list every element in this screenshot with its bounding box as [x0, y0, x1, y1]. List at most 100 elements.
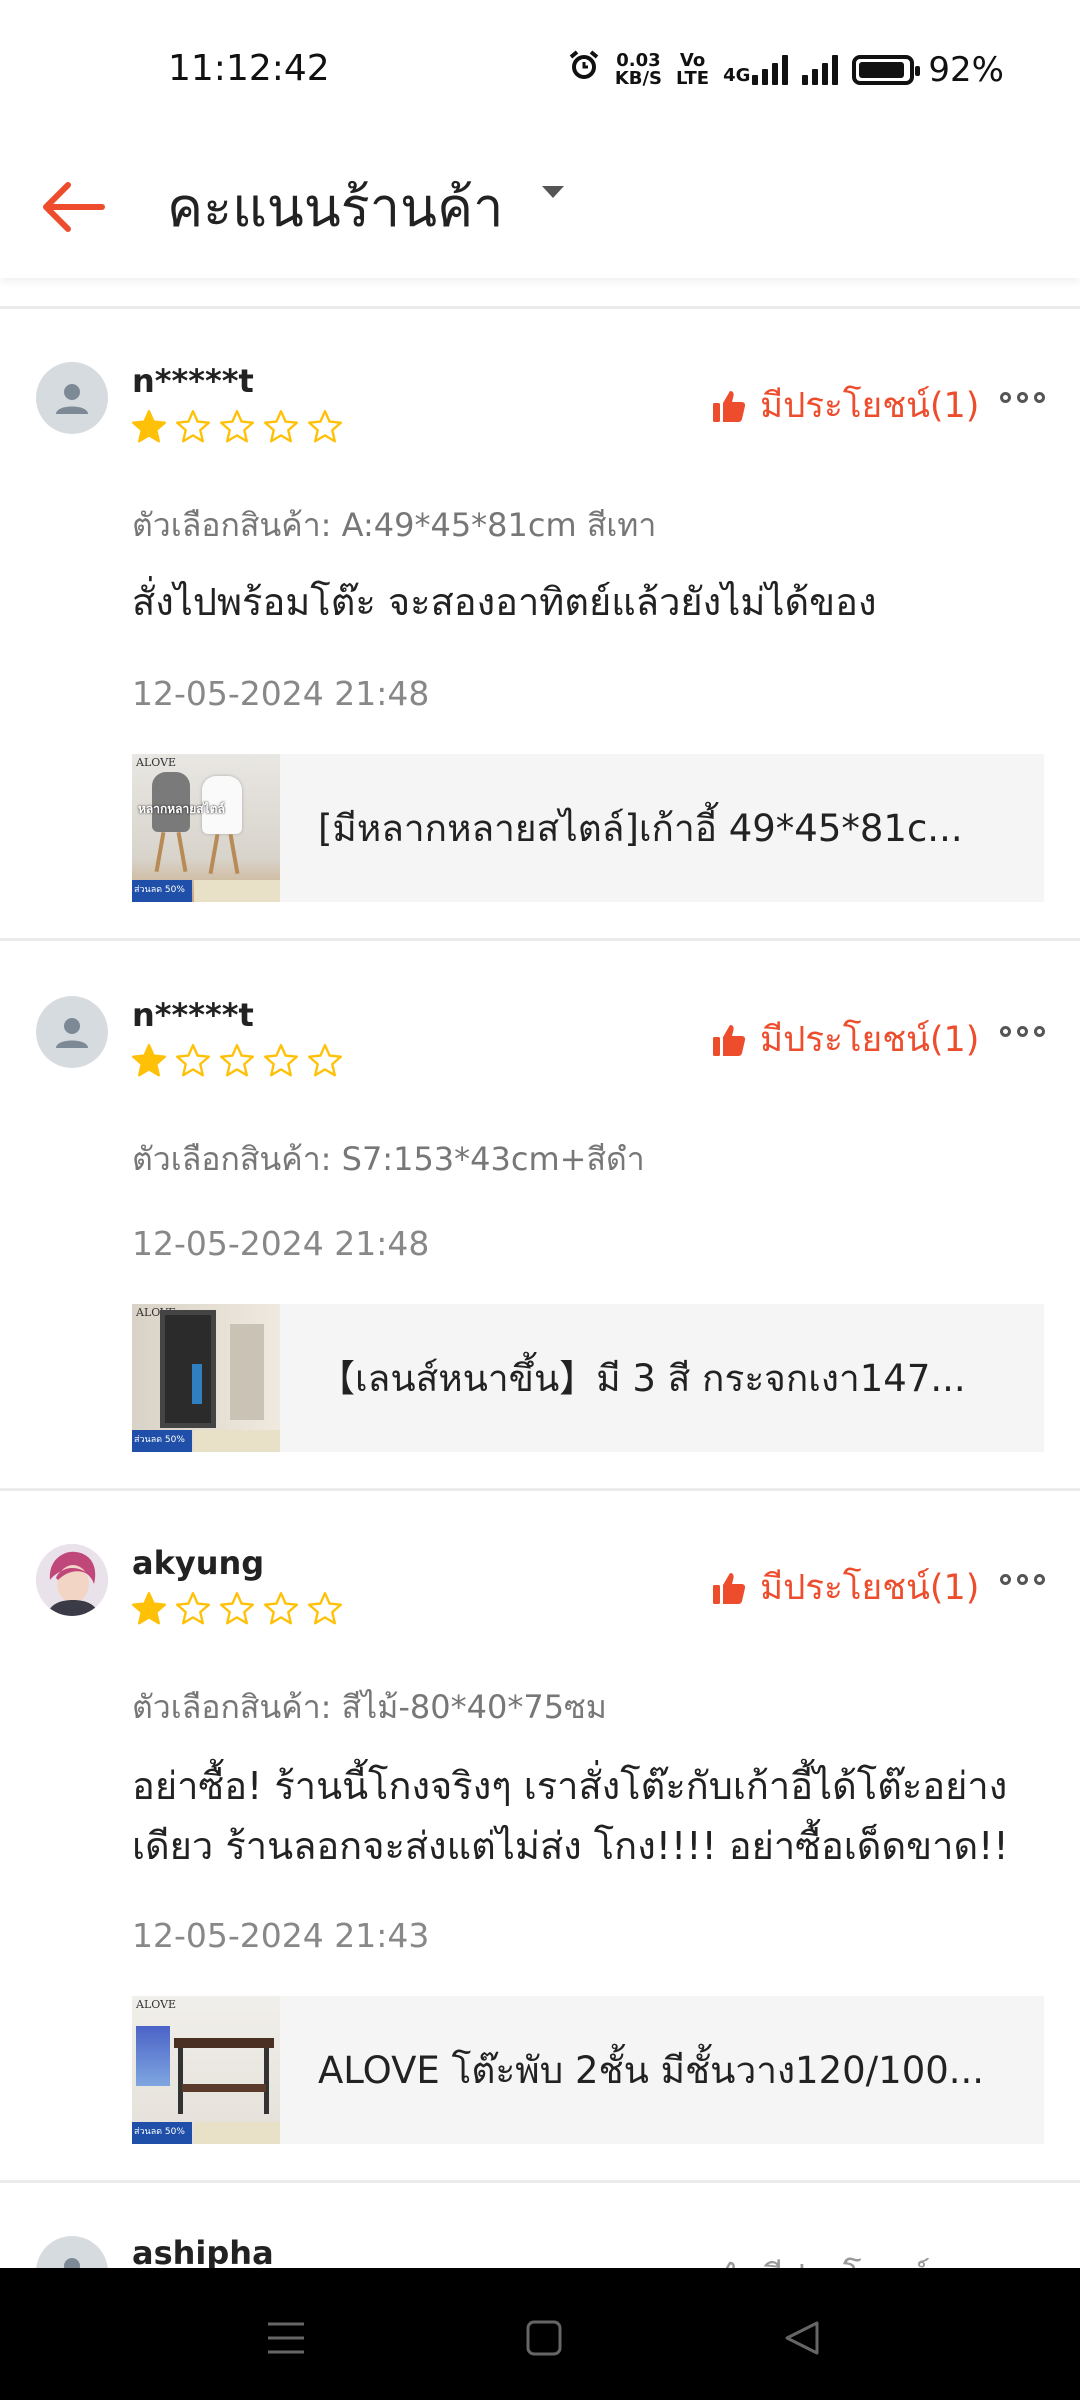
helpful-label: มีประโยชน์(1) [760, 1020, 980, 1060]
username: n*****t [132, 362, 254, 400]
mirror-icon [160, 1310, 216, 1428]
chair-leg [176, 831, 188, 873]
net-speed-unit: KB/S [614, 67, 663, 89]
back-button[interactable] [36, 170, 110, 244]
chair-leg [208, 833, 220, 875]
variation-text: ตัวเลือกสินค้า: A:49*45*81cm สีเทา [132, 506, 657, 544]
thumb-promo-strip [194, 880, 280, 902]
caret-down-icon[interactable] [542, 186, 564, 200]
triangle-back-icon [785, 2321, 819, 2355]
desk-leg [178, 2048, 183, 2114]
review-divider [0, 1488, 1080, 1491]
rating-stars [130, 1590, 344, 1628]
more-options-icon[interactable] [1000, 392, 1045, 403]
product-name: 【เลนส์หนาขึ้น】มี 3 สี กระจกเงา147... [318, 1357, 966, 1400]
battery-icon [852, 54, 921, 85]
menu-button[interactable] [256, 2308, 316, 2368]
variation-text: ตัวเลือกสินค้า: S7:153*43cm+สีดำ [132, 1140, 645, 1178]
more-options-icon[interactable] [1000, 1026, 1045, 1037]
status-icons: 0.03 KB/S Vo LTE 4G 92% [567, 48, 1004, 91]
product-thumbnail: ALOVE ส่วนลด 50% [132, 1996, 280, 2144]
star-filled-icon [131, 1043, 167, 1077]
helpful-button[interactable]: มีประโยชน์(1) [712, 378, 979, 433]
menu-icon [268, 2322, 304, 2354]
network-type: 4G [723, 64, 751, 86]
review-date: 12-05-2024 21:48 [132, 674, 430, 713]
star-empty-icon [219, 409, 255, 443]
volte-top: Vo [679, 49, 706, 71]
product-card[interactable]: ALOVE หลากหลายสไตล์ ส่วนลด 50% [มีหลากหล… [132, 754, 1044, 902]
star-empty-icon [175, 409, 211, 443]
header-divider [0, 306, 1080, 309]
thumb-brand: ALOVE [136, 1998, 177, 2011]
thumb-discount-badge: ส่วนลด 50% [132, 1430, 192, 1452]
mirror-side-icon [230, 1324, 264, 1420]
network-speed: 0.03 KB/S [614, 49, 663, 89]
home-square-icon [526, 2320, 562, 2356]
more-options-icon[interactable] [1000, 1574, 1045, 1585]
home-button[interactable] [514, 2308, 574, 2368]
thumb-text: หลากหลายสไตล์ [138, 802, 225, 816]
thumbs-up-icon [713, 390, 746, 422]
helpful-label: มีประโยชน์(1) [760, 386, 980, 426]
review-divider [0, 938, 1080, 941]
rating-stars [130, 408, 344, 446]
username: akyung [132, 1544, 265, 1582]
star-empty-icon [307, 1043, 343, 1077]
battery-percent: 92% [928, 49, 1004, 90]
helpful-label: มีประโยชน์(1) [760, 1568, 980, 1608]
helpful-button[interactable]: มีประโยชน์(1) [712, 1012, 979, 1067]
star-empty-icon [263, 1043, 299, 1077]
star-empty-icon [175, 1043, 211, 1077]
thumb-promo-strip [194, 2122, 280, 2144]
volte-bottom: LTE [676, 67, 710, 89]
desk-shelf [182, 2084, 266, 2092]
star-empty-icon [219, 1043, 255, 1077]
star-empty-icon [263, 409, 299, 443]
star-empty-icon [219, 1591, 255, 1625]
thumbs-up-icon [713, 1024, 746, 1056]
helpful-button[interactable]: มีประโยชน์(1) [712, 1560, 979, 1615]
system-nav-bar [0, 2268, 1080, 2400]
star-empty-icon [263, 1591, 299, 1625]
review-comment: อย่าซื้อ! ร้านนี้โกงจริงๆ เราสั่งโต๊ะกับ… [132, 1764, 1009, 1868]
star-empty-icon [307, 1591, 343, 1625]
variation-text: ตัวเลือกสินค้า: สีไม้-80*40*75ซม [132, 1688, 607, 1726]
star-empty-icon [307, 409, 343, 443]
star-filled-icon [131, 409, 167, 443]
user-icon [56, 1018, 88, 1048]
app-header: คะแนนร้านค้า [0, 140, 1080, 278]
net-speed-value: 0.03 [616, 49, 661, 71]
thumb-discount-badge: ส่วนลด 50% [132, 2122, 192, 2144]
thumb-brand: ALOVE [136, 756, 177, 769]
alarm-icon [567, 48, 601, 91]
review-comment: สั่งไปพร้อมโต๊ะ จะสองอาทิตย์แล้วยังไม่ได… [132, 580, 877, 624]
thumb-promo-strip [194, 1430, 280, 1452]
desk-top-icon [174, 2038, 274, 2048]
thumb-feature-list [136, 2026, 170, 2086]
star-filled-icon [131, 1591, 167, 1625]
product-card[interactable]: ALOVE ส่วนลด 50% 【เลนส์หนาขึ้น】มี 3 สี ก… [132, 1304, 1044, 1452]
arrow-left-icon [43, 182, 105, 232]
avatar[interactable] [36, 996, 108, 1068]
status-bar: 11:12:42 0.03 KB/S Vo LTE 4G 92% [0, 0, 1080, 140]
user-icon [56, 384, 88, 414]
back-nav-button[interactable] [772, 2308, 832, 2368]
page-title[interactable]: คะแนนร้านค้า [167, 160, 503, 256]
star-empty-icon [175, 1591, 211, 1625]
chair-leg [228, 833, 240, 875]
signal-bars-1-icon [752, 54, 789, 85]
review-date: 12-05-2024 21:48 [132, 1224, 430, 1263]
desk-leg [264, 2048, 269, 2114]
product-name: [มีหลากหลายสไตล์]เก้าอี้ 49*45*81c... [318, 806, 963, 850]
mirror-reflection [192, 1364, 202, 1404]
product-thumbnail: ALOVE ส่วนลด 50% [132, 1304, 280, 1452]
thumbs-up-icon [713, 1572, 746, 1604]
avatar[interactable] [36, 362, 108, 434]
product-name: ALOVE โต๊ะพับ 2ชั้น มีชั้นวาง120/100... [318, 2048, 985, 2092]
status-time: 11:12:42 [168, 48, 330, 89]
review-date: 12-05-2024 21:43 [132, 1916, 430, 1955]
product-card[interactable]: ALOVE ส่วนลด 50% ALOVE โต๊ะพับ 2ชั้น มีช… [132, 1996, 1044, 2144]
avatar[interactable] [36, 1544, 108, 1616]
chair-leg [154, 831, 166, 873]
